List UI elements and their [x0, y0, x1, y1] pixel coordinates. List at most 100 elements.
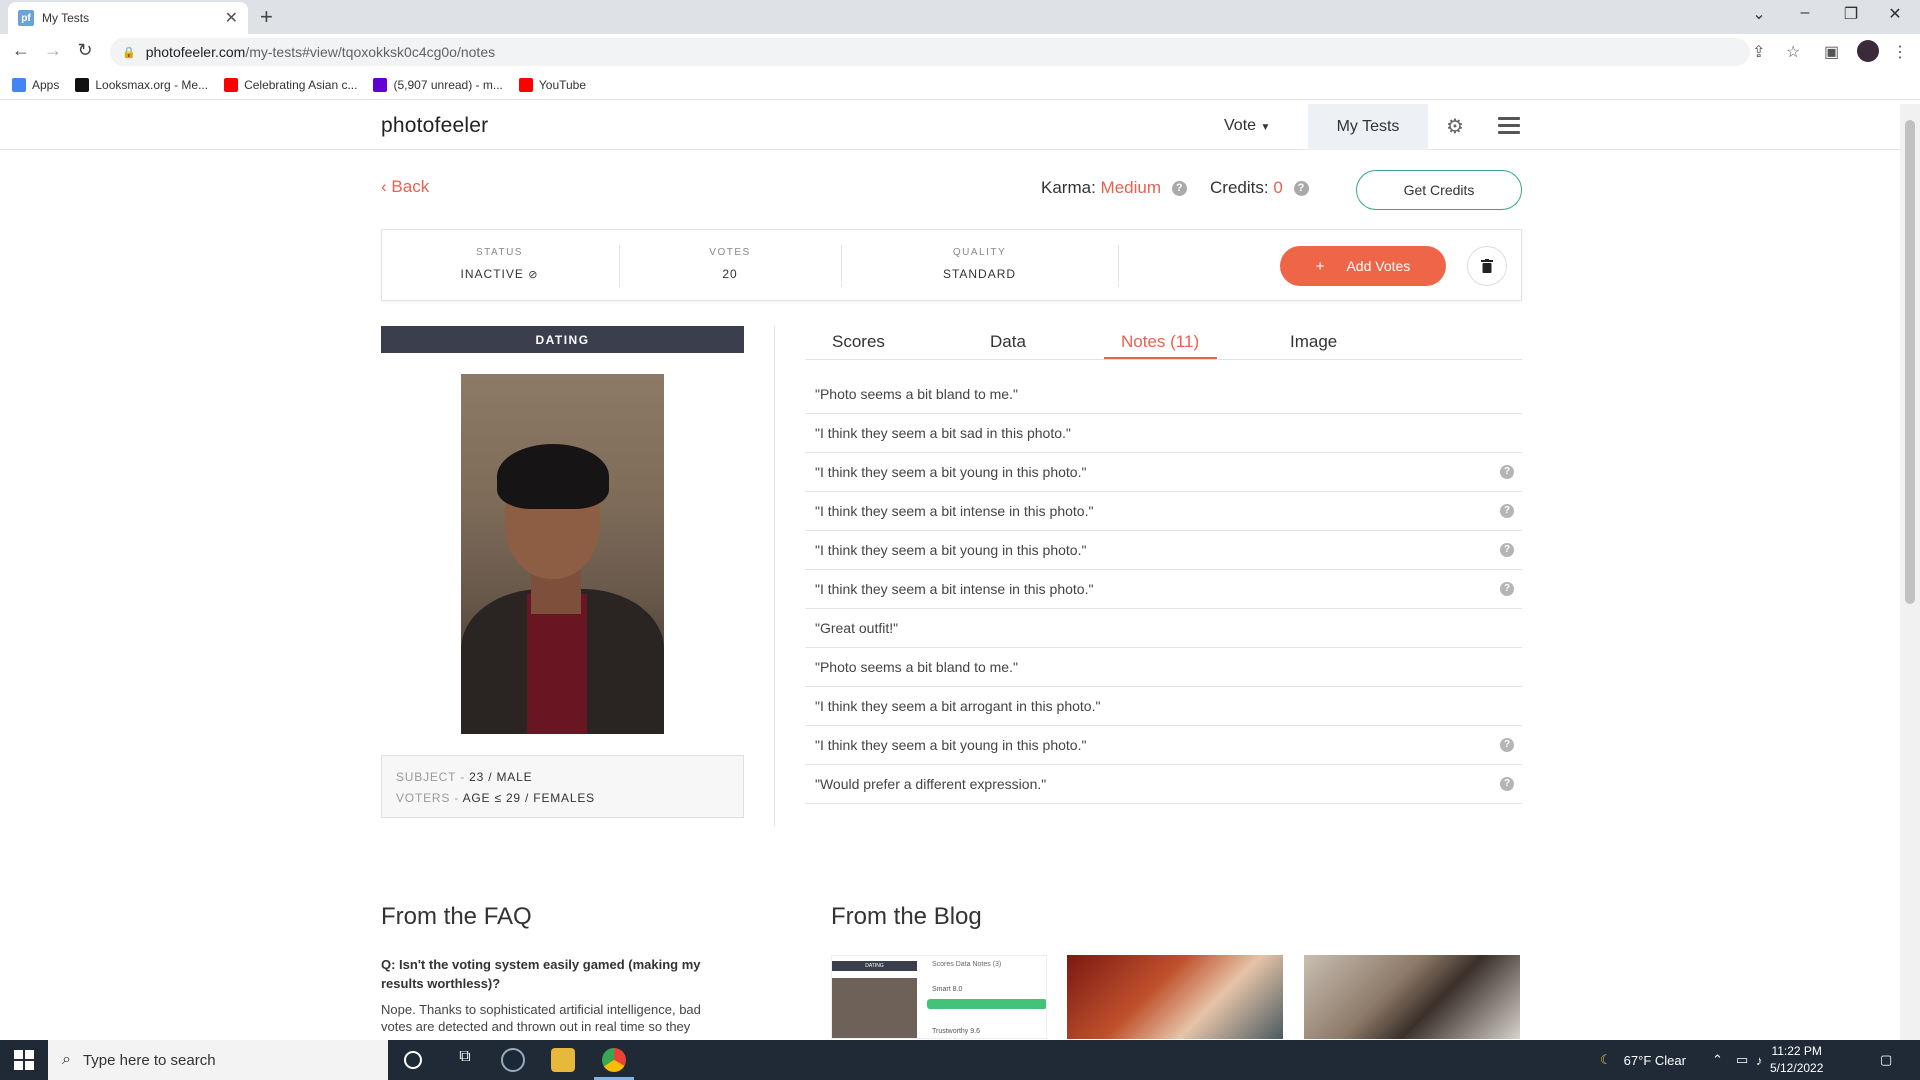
network-icon[interactable]: ▭ [1736, 1040, 1748, 1080]
help-icon[interactable]: ? [1293, 181, 1309, 197]
tab-notes[interactable]: Notes (11) [1121, 332, 1199, 352]
blog-thumbnail[interactable] [1067, 955, 1283, 1039]
notifications-icon[interactable]: ▢ [1880, 1040, 1892, 1080]
status-value-row: INACTIVE ⊘ [382, 267, 617, 281]
task-view-icon[interactable]: ⧉ [453, 1048, 477, 1072]
divider [1118, 245, 1119, 287]
weather-widget[interactable]: ☾ 67°F Clear [1600, 1040, 1686, 1080]
status-stat: STATUS INACTIVE ⊘ [382, 247, 617, 281]
tab-search-chevron-icon[interactable]: ⌄ [1744, 4, 1774, 24]
help-icon[interactable]: ? [1500, 543, 1514, 557]
clock-date: 5/12/2022 [1770, 1061, 1824, 1075]
subject-info-box: SUBJECT - 23 / MALE VOTERS - AGE ≤ 29 / … [381, 755, 744, 818]
results-tabs: Scores Data Notes (11) Image [805, 326, 1522, 360]
help-icon[interactable]: ? [1500, 504, 1514, 518]
new-tab-icon[interactable]: + [260, 4, 273, 30]
nav-my-tests[interactable]: My Tests [1308, 104, 1428, 150]
windows-start-icon[interactable] [14, 1050, 34, 1070]
blog-thumbnail[interactable]: DATING Scores Data Notes (3) Smart 8.0 T… [831, 955, 1047, 1039]
votes-value: 20 [722, 267, 738, 281]
tab-data[interactable]: Data [990, 332, 1026, 352]
add-votes-button[interactable]: + Add Votes [1280, 246, 1446, 286]
forward-arrow-icon[interactable]: → [38, 40, 68, 61]
file-explorer-icon[interactable] [551, 1048, 575, 1072]
reload-icon[interactable]: ↻ [70, 40, 100, 61]
tab-scores[interactable]: Scores [832, 332, 885, 352]
tray-chevron-icon[interactable]: ⌃ [1712, 1040, 1723, 1080]
note-item: "I think they seem a bit intense in this… [805, 492, 1522, 531]
credits-indicator: Credits: 0 ? [1210, 178, 1309, 198]
system-clock[interactable]: 11:22 PM 5/12/2022 [1770, 1043, 1823, 1077]
thumb-category-bar: DATING [832, 961, 917, 971]
help-icon[interactable]: ? [1500, 738, 1514, 752]
test-status-panel: STATUS INACTIVE ⊘ VOTES 20 QUALITY STAND… [381, 229, 1522, 301]
back-link[interactable]: ‹ Back [381, 177, 429, 197]
cortana-icon[interactable] [404, 1051, 422, 1069]
quality-value: STANDARD [942, 267, 1017, 281]
bookmark-youtube[interactable]: YouTube [518, 77, 587, 92]
faq-answer: Nope. Thanks to sophisticated artificial… [381, 1002, 701, 1034]
taskbar-search[interactable]: ⌕ Type here to search [48, 1040, 388, 1080]
caret-down-icon: ▼ [1260, 122, 1271, 133]
active-tab-indicator [1104, 357, 1217, 359]
close-window-icon[interactable]: ✕ [1880, 4, 1910, 24]
bookmark-yahoo-mail[interactable]: (5,907 unread) - m... [373, 77, 503, 92]
get-credits-button[interactable]: Get Credits [1356, 170, 1522, 210]
back-arrow-icon[interactable]: ← [6, 40, 36, 61]
test-photo [461, 374, 664, 734]
votes-stat: VOTES 20 [620, 247, 840, 281]
bookmark-label: Looksmax.org - Me... [95, 77, 209, 92]
browser-tab-title: My Tests [42, 11, 90, 25]
eye-slash-icon[interactable]: ⊘ [528, 269, 538, 281]
close-tab-icon[interactable]: ✕ [225, 8, 238, 28]
nav-vote-dropdown[interactable]: Vote ▼ [1224, 117, 1270, 135]
site-logo[interactable]: photofeeler [381, 114, 488, 138]
note-text: "Would prefer a different expression." [815, 776, 1047, 792]
bookmark-apps[interactable]: Apps [12, 77, 59, 92]
steam-icon[interactable] [501, 1048, 525, 1072]
note-item: "I think they seem a bit young in this p… [805, 531, 1522, 570]
karma-indicator: Karma: Medium ? [1041, 178, 1187, 198]
note-item: "I think they seem a bit young in this p… [805, 453, 1522, 492]
photofeeler-favicon-icon: pf [18, 10, 34, 26]
tab-image[interactable]: Image [1290, 332, 1337, 352]
gear-icon[interactable]: ⚙ [1446, 114, 1464, 139]
chrome-icon[interactable] [602, 1048, 626, 1072]
taskbar-search-placeholder: Type here to search [82, 1051, 216, 1069]
volume-icon[interactable]: ♪ [1756, 1040, 1763, 1080]
help-icon[interactable]: ? [1500, 465, 1514, 479]
plus-icon: + [1315, 257, 1325, 275]
hamburger-menu-icon[interactable] [1498, 117, 1520, 135]
clock-time: 11:22 PM [1771, 1044, 1822, 1058]
help-icon[interactable]: ? [1500, 582, 1514, 596]
restore-icon[interactable]: ❐ [1836, 4, 1866, 24]
search-icon: ⌕ [62, 1051, 71, 1068]
profile-avatar[interactable] [1857, 40, 1879, 62]
bookmark-label: YouTube [538, 77, 587, 92]
url-bar[interactable]: 🔒 photofeeler.com/my-tests#view/tqoxokks… [110, 38, 1750, 66]
nav-vote-label: Vote [1224, 117, 1257, 134]
bookmark-looksmax[interactable]: Looksmax.org - Me... [75, 77, 209, 92]
side-panel-icon[interactable]: ▣ [1824, 42, 1839, 62]
scrollbar-thumb[interactable] [1905, 120, 1915, 604]
browser-menu-icon[interactable]: ⋮ [1892, 42, 1908, 62]
bookmark-youtube-asian[interactable]: Celebrating Asian c... [224, 77, 357, 92]
site-header: photofeeler Vote ▼ My Tests ⚙ [0, 104, 1900, 150]
bookmark-label: (5,907 unread) - m... [393, 77, 503, 92]
help-icon[interactable]: ? [1171, 181, 1187, 197]
subject-row: SUBJECT - 23 / MALE [396, 770, 533, 784]
faq-heading: From the FAQ [381, 903, 532, 930]
bookmark-star-icon[interactable]: ☆ [1786, 42, 1800, 62]
help-icon[interactable]: ? [1500, 777, 1514, 791]
browser-tab-strip: pf My Tests ✕ + ⌄ – ❐ ✕ [0, 0, 1920, 34]
notes-list: "Photo seems a bit bland to me." "I thin… [805, 375, 1522, 804]
subject-value: 23 / MALE [469, 770, 533, 784]
delete-test-button[interactable] [1467, 246, 1507, 286]
url-host: photofeeler.com [145, 44, 246, 60]
faq-question[interactable]: Q: Isn't the voting system easily gamed … [381, 955, 711, 993]
note-item: "Photo seems a bit bland to me." [805, 375, 1522, 414]
minimize-icon[interactable]: – [1790, 4, 1820, 22]
blog-thumbnail[interactable] [1304, 955, 1520, 1039]
share-icon[interactable]: ⇪ [1752, 42, 1765, 62]
browser-tab[interactable]: pf My Tests ✕ [8, 2, 248, 34]
